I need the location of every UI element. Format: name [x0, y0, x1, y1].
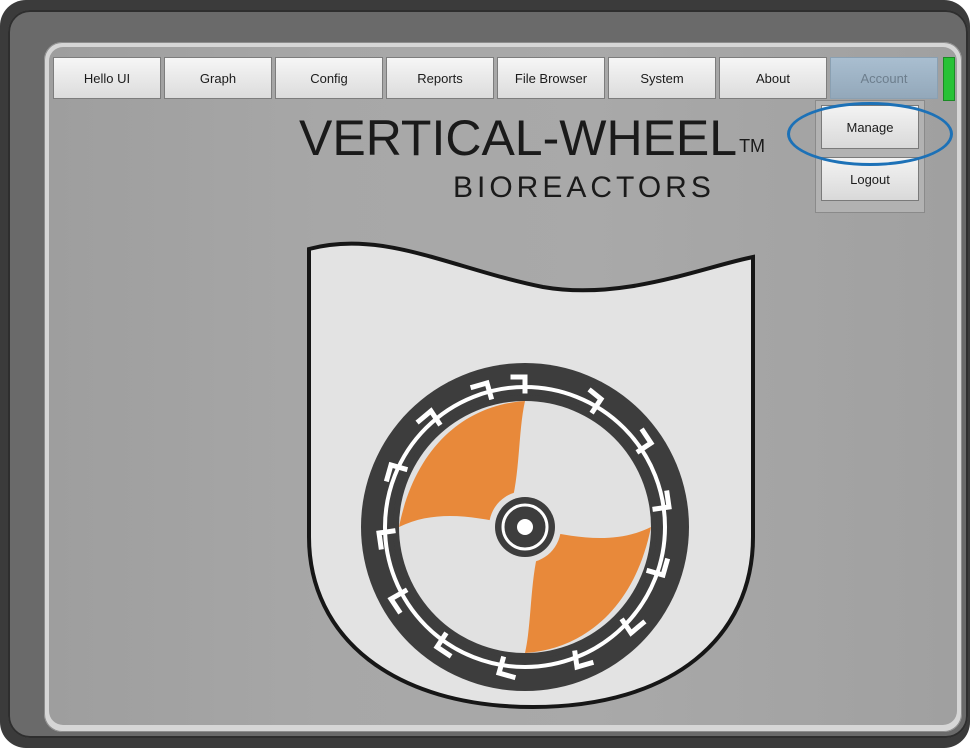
tab-system[interactable]: System [608, 57, 716, 99]
tab-reports[interactable]: Reports [386, 57, 494, 99]
logo-subtitle: BIOREACTORS [453, 171, 715, 204]
tab-file-browser[interactable]: File Browser [497, 57, 605, 99]
screen-face: Hello UI Graph Config Reports File Brows… [49, 47, 957, 725]
device-bezel: Hello UI Graph Config Reports File Brows… [0, 0, 970, 748]
logo-title-text: VERTICAL-WHEEL [299, 110, 738, 166]
logo-title: VERTICAL-WHEEL TM [299, 109, 765, 167]
device-bezel-inner: Hello UI Graph Config Reports File Brows… [8, 10, 968, 738]
screen: Hello UI Graph Config Reports File Brows… [44, 42, 962, 732]
account-dropdown-menu: Manage Logout [815, 100, 925, 213]
tab-config[interactable]: Config [275, 57, 383, 99]
menu-item-logout[interactable]: Logout [821, 157, 919, 201]
trademark-mark: TM [739, 136, 766, 156]
tab-about[interactable]: About [719, 57, 827, 99]
status-led [943, 57, 955, 101]
tab-hello-ui[interactable]: Hello UI [53, 57, 161, 99]
tab-graph[interactable]: Graph [164, 57, 272, 99]
menu-item-manage[interactable]: Manage [821, 105, 919, 149]
vertical-wheel-emblem-icon [307, 241, 755, 710]
tab-account[interactable]: Account [830, 57, 938, 99]
wheel-ring [361, 363, 689, 691]
